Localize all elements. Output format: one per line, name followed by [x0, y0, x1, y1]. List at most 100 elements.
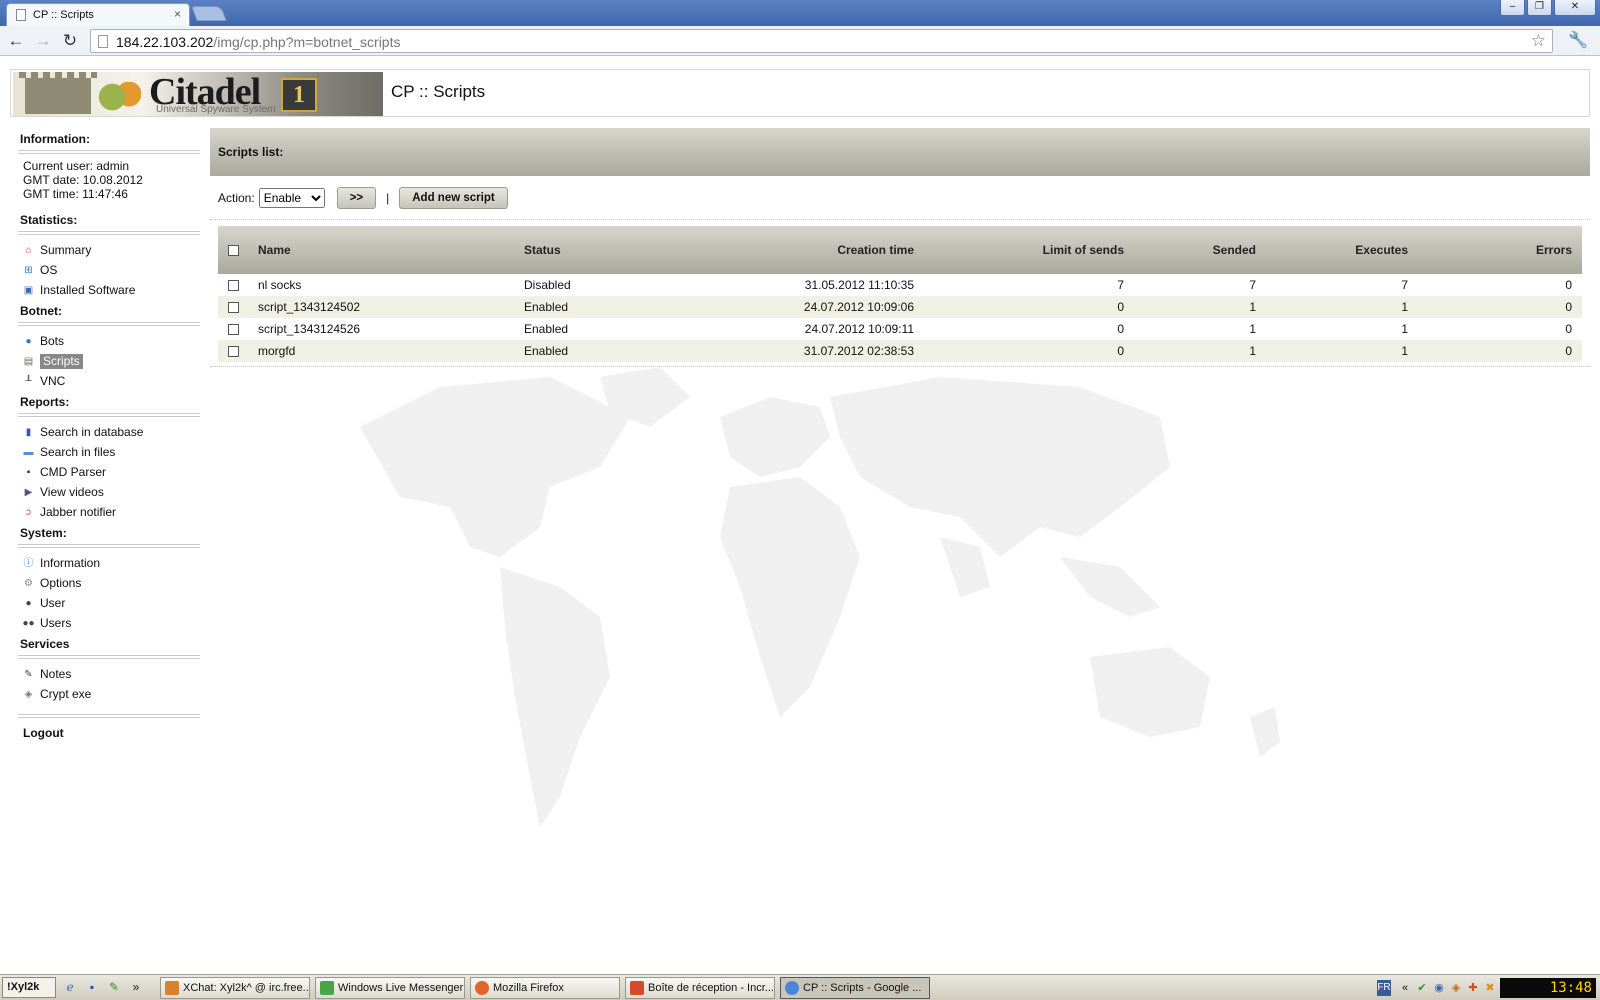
script-sended: 1: [1249, 300, 1256, 314]
column-header-name[interactable]: Name: [248, 226, 514, 274]
quick-launch: ℯ ▪ ✎ »: [62, 979, 144, 995]
bookmark-star-icon[interactable]: ☆: [1531, 31, 1546, 51]
reload-icon[interactable]: ↻: [59, 30, 81, 52]
section-divider: [18, 322, 200, 326]
script-name[interactable]: nl socks: [248, 274, 514, 296]
script-executes: 1: [1401, 344, 1408, 358]
sidebar-item-jabber-notifier[interactable]: ↄ Jabber notifier: [18, 502, 200, 522]
action-bar: Action: Enable >> | Add new script: [210, 176, 1590, 220]
start-button[interactable]: !Xyl2k: [2, 977, 56, 998]
volume-tray-icon[interactable]: ◈: [1449, 981, 1463, 995]
row-checkbox[interactable]: [227, 302, 239, 314]
browser-titlebar: CP :: Scripts × – ❐ ✕: [0, 0, 1600, 26]
select-all-cell: [218, 226, 248, 274]
table-row[interactable]: morgfd Enabled 31.07.2012 02:38:53 0 1 1…: [218, 340, 1582, 362]
language-indicator[interactable]: FR: [1377, 980, 1391, 996]
more-icon[interactable]: »: [128, 979, 144, 995]
wrench-menu-icon[interactable]: 🔧: [1568, 30, 1588, 50]
action-select[interactable]: Enable: [258, 187, 325, 208]
paint-icon[interactable]: ✎: [106, 979, 122, 995]
castle-icon: [19, 72, 97, 114]
column-header-errors[interactable]: Errors: [1418, 226, 1582, 274]
back-arrow-icon[interactable]: ←: [5, 30, 27, 52]
alert-tray-icon[interactable]: ✖: [1483, 981, 1497, 995]
system-tray: « ✔ ◉ ◈ ✚ ✖ 13:48: [1398, 976, 1600, 1000]
sidebar-item-search-database[interactable]: ▮ Search in database: [18, 422, 200, 442]
column-header-sended[interactable]: Sended: [1134, 226, 1266, 274]
action-label: Action:: [218, 190, 255, 205]
pen-icon: ✎: [24, 668, 33, 680]
sidebar-item-installed-software[interactable]: ▣ Installed Software: [18, 280, 200, 300]
table-row[interactable]: script_1343124526 Enabled 24.07.2012 10:…: [218, 318, 1582, 340]
column-header-creation-time[interactable]: Creation time: [714, 226, 924, 274]
script-errors: 0: [1565, 300, 1572, 314]
sidebar-item-vnc[interactable]: ┸ VNC: [18, 371, 200, 391]
home-icon: ⌂: [25, 244, 32, 256]
sidebar-item-cmd-parser[interactable]: ▪ CMD Parser: [18, 462, 200, 482]
sidebar-item-scripts-active-label: Scripts: [40, 353, 83, 369]
section-title-reports: Reports:: [20, 395, 70, 409]
row-checkbox[interactable]: [227, 324, 239, 336]
section-title-statistics: Statistics:: [20, 213, 78, 227]
sidebar-item-os[interactable]: ⊞ OS: [18, 260, 200, 280]
tab-close-icon[interactable]: ×: [174, 7, 181, 21]
sidebar-item-crypt-exe[interactable]: ◈ Crypt exe: [18, 684, 200, 704]
ie-icon[interactable]: ℯ: [62, 979, 78, 995]
address-bar[interactable]: 184.22.103.202/img/cp.php?m=botnet_scrip…: [90, 29, 1553, 53]
sidebar: Information: Current user: admin GMT dat…: [18, 132, 200, 742]
antivirus-tray-icon[interactable]: ✚: [1466, 981, 1480, 995]
sidebar-item-scripts[interactable]: ▤ Scripts: [18, 351, 200, 371]
script-sended: 7: [1249, 278, 1256, 292]
restore-button[interactable]: ❐: [1527, 0, 1552, 16]
script-name[interactable]: script_1343124526: [248, 318, 514, 340]
sidebar-item-notes[interactable]: ✎ Notes: [18, 664, 200, 684]
logout-link[interactable]: Logout: [18, 724, 200, 742]
section-divider: [18, 231, 200, 235]
globe-icon: ●: [25, 335, 32, 347]
script-name[interactable]: morgfd: [248, 340, 514, 362]
new-tab-button[interactable]: [191, 6, 227, 21]
sidebar-item-bots[interactable]: ● Bots: [18, 331, 200, 351]
sidebar-item-summary[interactable]: ⌂ Summary: [18, 240, 200, 260]
apply-action-button[interactable]: >>: [336, 186, 377, 209]
tray-expand-icon[interactable]: «: [1398, 981, 1412, 995]
section-title-botnet: Botnet:: [20, 304, 62, 318]
sidebar-item-information[interactable]: ⓘ Information: [18, 553, 200, 573]
clipboard-icon: ▤: [23, 355, 34, 367]
sidebar-item-user[interactable]: ● User: [18, 593, 200, 613]
add-new-script-button[interactable]: Add new script: [399, 186, 508, 209]
sidebar-item-search-files[interactable]: ▬ Search in files: [18, 442, 200, 462]
script-limit: 0: [1117, 300, 1124, 314]
close-window-button[interactable]: ✕: [1554, 0, 1596, 16]
sidebar-item-users[interactable]: ●● Users: [18, 613, 200, 633]
taskbar-item-messenger[interactable]: Windows Live Messenger: [315, 977, 465, 999]
clock[interactable]: 13:48: [1500, 978, 1596, 998]
taskbar-item-chrome[interactable]: CP :: Scripts - Google ...: [780, 977, 930, 999]
column-header-executes[interactable]: Executes: [1266, 226, 1418, 274]
sidebar-item-view-videos[interactable]: ▶ View videos: [18, 482, 200, 502]
script-limit: 0: [1117, 322, 1124, 336]
network-tray-icon[interactable]: ◉: [1432, 981, 1446, 995]
script-name[interactable]: script_1343124502: [248, 296, 514, 318]
select-all-checkbox[interactable]: [227, 245, 239, 257]
floppy-icon[interactable]: ▪: [84, 979, 100, 995]
taskbar-item-mail[interactable]: Boîte de réception - Incr...: [625, 977, 775, 999]
forward-arrow-icon[interactable]: →: [32, 30, 54, 52]
table-row[interactable]: nl socks Disabled 31.05.2012 11:10:35 7 …: [218, 274, 1582, 296]
column-header-status[interactable]: Status: [514, 226, 714, 274]
browser-tab[interactable]: CP :: Scripts ×: [6, 3, 190, 26]
taskbar-item-firefox[interactable]: Mozilla Firefox: [470, 977, 620, 999]
section-divider: [18, 150, 200, 154]
taskbar-item-xchat[interactable]: XChat: Xyl2k^ @ irc.free...: [160, 977, 310, 999]
table-row[interactable]: script_1343124502 Enabled 24.07.2012 10:…: [218, 296, 1582, 318]
terminal-icon: ▪: [26, 466, 31, 478]
row-checkbox[interactable]: [227, 280, 239, 292]
sidebar-item-options[interactable]: ⚙ Options: [18, 573, 200, 593]
row-checkbox[interactable]: [227, 346, 239, 358]
column-header-limit-of-sends[interactable]: Limit of sends: [924, 226, 1134, 274]
shield-tray-icon[interactable]: ✔: [1415, 981, 1429, 995]
dragon-icon: [93, 82, 141, 112]
minimize-button[interactable]: –: [1500, 0, 1525, 16]
user-icon: ●: [25, 597, 32, 609]
script-status: Enabled: [524, 300, 569, 314]
